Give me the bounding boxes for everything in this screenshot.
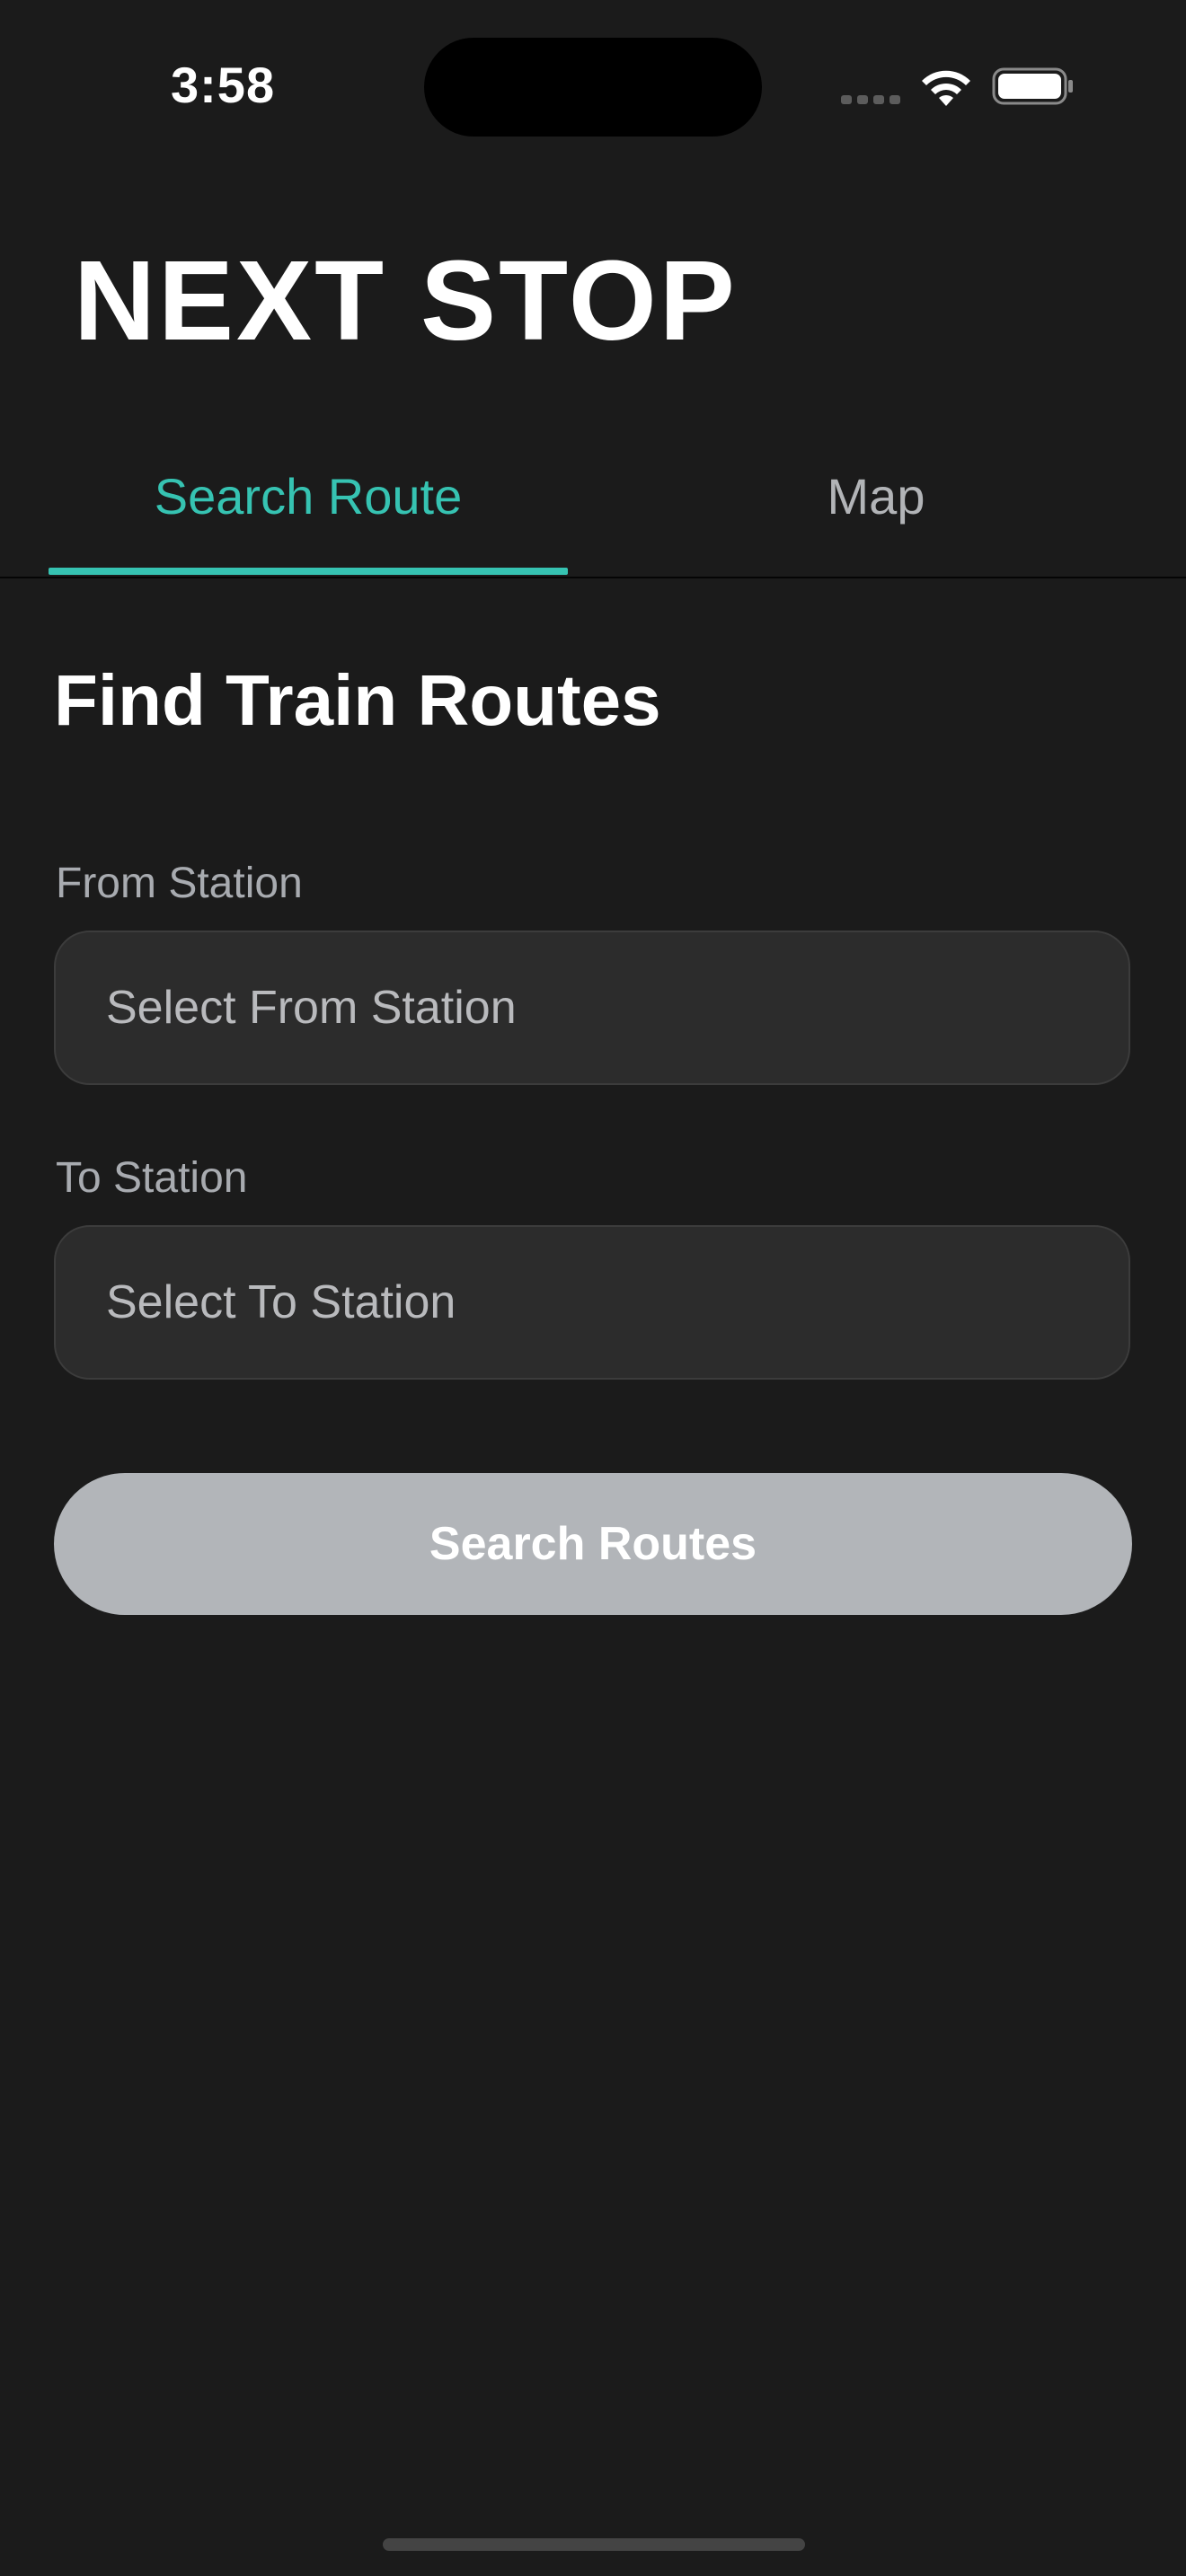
battery-icon [992,67,1073,105]
wifi-icon [922,70,970,106]
tab-map[interactable]: Map [616,467,1136,525]
tab-search-route[interactable]: Search Route [49,467,568,525]
home-indicator [383,2538,805,2551]
from-station-select[interactable]: Select From Station [54,931,1130,1085]
to-station-select[interactable]: Select To Station [54,1225,1130,1380]
to-station-placeholder: Select To Station [106,1276,456,1328]
tab-divider [0,577,1186,578]
active-tab-indicator [49,568,568,575]
search-routes-button[interactable]: Search Routes [54,1473,1132,1615]
section-title: Find Train Routes [54,660,661,740]
dynamic-island [424,38,762,137]
to-station-label: To Station [56,1154,248,1202]
from-station-label: From Station [56,860,303,907]
cellular-signal-icon [841,95,900,104]
from-station-placeholder: Select From Station [106,982,517,1034]
app-title: NEXT STOP [74,237,738,364]
status-time: 3:58 [171,57,276,113]
